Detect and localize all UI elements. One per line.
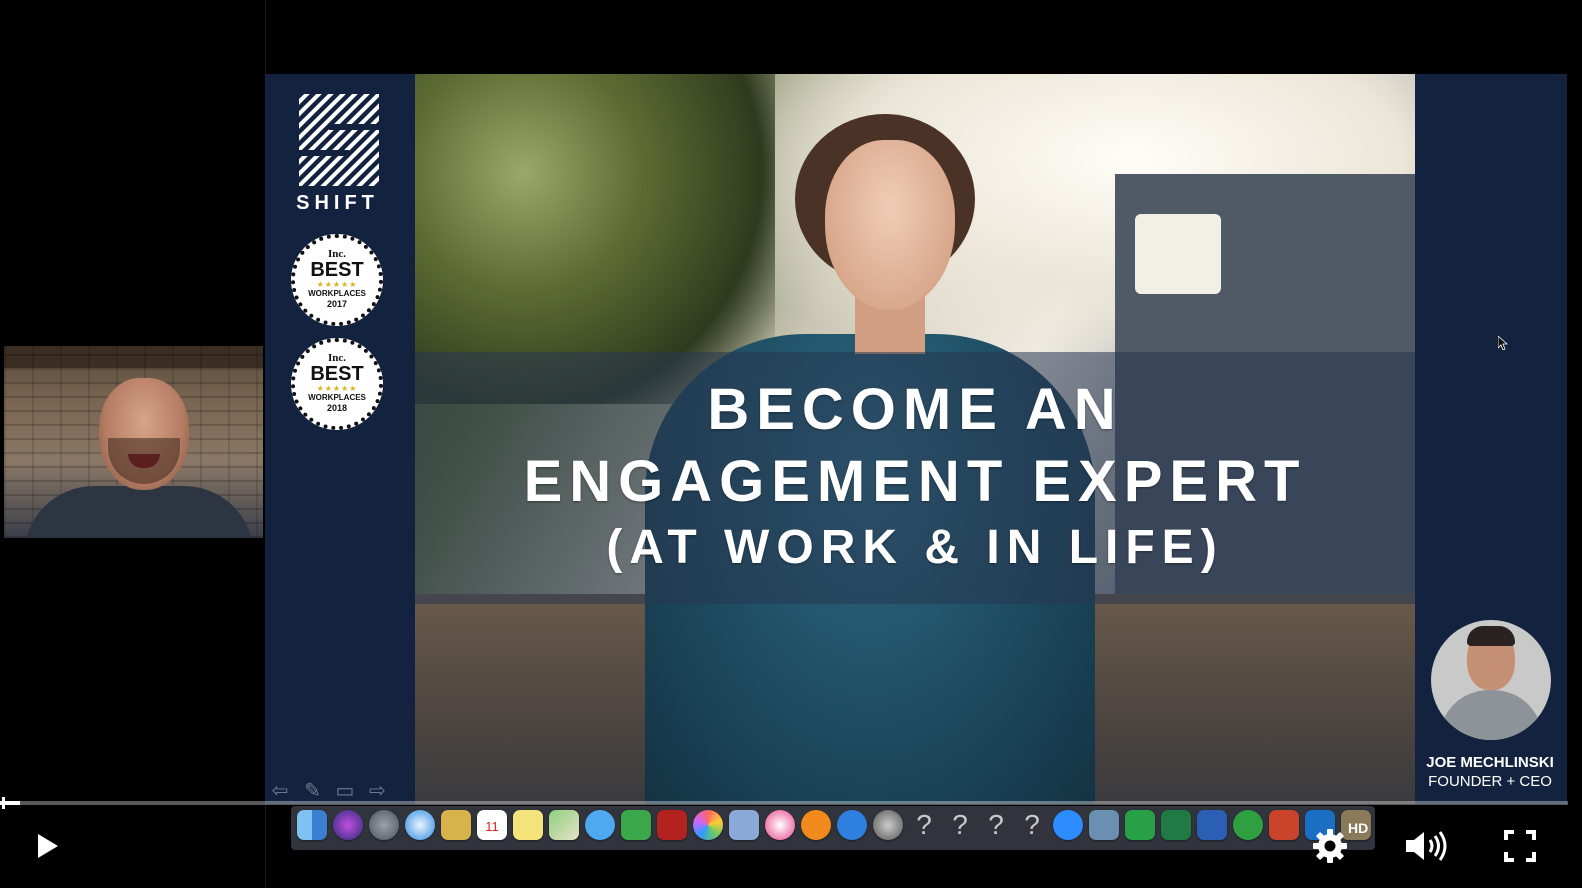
safari-icon[interactable] [405,810,435,840]
unknown-app-icon[interactable]: ? [945,810,975,840]
previous-slide-icon[interactable]: ⇦ [266,780,294,802]
badge-label: BEST [310,363,364,385]
progress-handle[interactable] [2,797,5,809]
inc-best-workplaces-2017-badge: Inc. BEST ★★★★★ WORKPLACES 2017 [291,234,383,326]
slide-title-line-1: BECOME AN [707,377,1123,442]
badge-subtitle: WORKPLACES [308,393,366,402]
presenter-role: FOUNDER + CEO [1428,773,1552,790]
facetime-icon[interactable] [621,810,651,840]
system-preferences-icon[interactable] [873,810,903,840]
notes-icon[interactable] [441,810,471,840]
presenter-avatar [1431,620,1551,740]
badge-stars: ★★★★★ [316,280,358,289]
evernote-icon[interactable] [1233,810,1263,840]
powerpoint-icon[interactable] [1269,810,1299,840]
badge-stars: ★★★★★ [316,384,358,393]
excel-icon[interactable] [1161,810,1191,840]
pen-icon[interactable]: ✎ [298,780,326,802]
badge-year: 2017 [326,299,348,309]
presentation-slide: BECOME AN ENGAGEMENT EXPERT (AT WORK & I… [265,74,1567,804]
volume-icon[interactable] [1402,826,1454,866]
badge-year: 2018 [326,403,348,413]
fullscreen-icon[interactable] [1500,826,1540,866]
inc-best-workplaces-2018-badge: Inc. BEST ★★★★★ WORKPLACES 2018 [291,338,383,430]
next-slide-icon[interactable]: ⇨ [363,780,391,802]
slide-title-line-2: ENGAGEMENT EXPERT [523,449,1307,514]
itunes-icon[interactable] [765,810,795,840]
calendar-icon[interactable]: 11 [477,810,507,840]
word-icon[interactable] [1197,810,1227,840]
progress-bar[interactable] [0,801,1568,805]
app-store-icon[interactable] [837,810,867,840]
mouse-cursor-icon [1498,336,1508,350]
siri-icon[interactable] [333,810,363,840]
badge-subtitle: WORKPLACES [308,289,366,298]
ibooks-icon[interactable] [801,810,831,840]
photo-booth-icon[interactable] [657,810,687,840]
photos-icon[interactable] [693,810,723,840]
brand-name: SHIFT [296,192,379,214]
slide-menu-icon[interactable]: ▭ [331,780,359,802]
unknown-app-icon[interactable]: ? [909,810,939,840]
webcam-video [4,346,263,538]
unknown-app-icon[interactable]: ? [1017,810,1047,840]
finder-icon[interactable] [297,810,327,840]
gear-icon[interactable] [1310,826,1350,866]
hd-quality-label: HD [1348,820,1369,836]
macos-dock: 11 ? ? ? ? [291,806,1375,850]
skype-icon[interactable] [1089,810,1119,840]
play-icon[interactable] [26,826,66,866]
zoom-icon[interactable] [1053,810,1083,840]
launchpad-icon[interactable] [369,810,399,840]
maps-icon[interactable] [549,810,579,840]
excel-alt-icon[interactable] [1125,810,1155,840]
shift-logo-icon [299,94,379,186]
unknown-app-icon[interactable]: ? [981,810,1011,840]
presenter-name: JOE MECHLINSKI [1426,754,1554,771]
slide-title-line-3: (AT WORK & IN LIFE) [606,521,1224,574]
messages-icon[interactable] [585,810,615,840]
stickies-icon[interactable] [513,810,543,840]
badge-label: BEST [310,259,364,281]
preview-icon[interactable] [729,810,759,840]
